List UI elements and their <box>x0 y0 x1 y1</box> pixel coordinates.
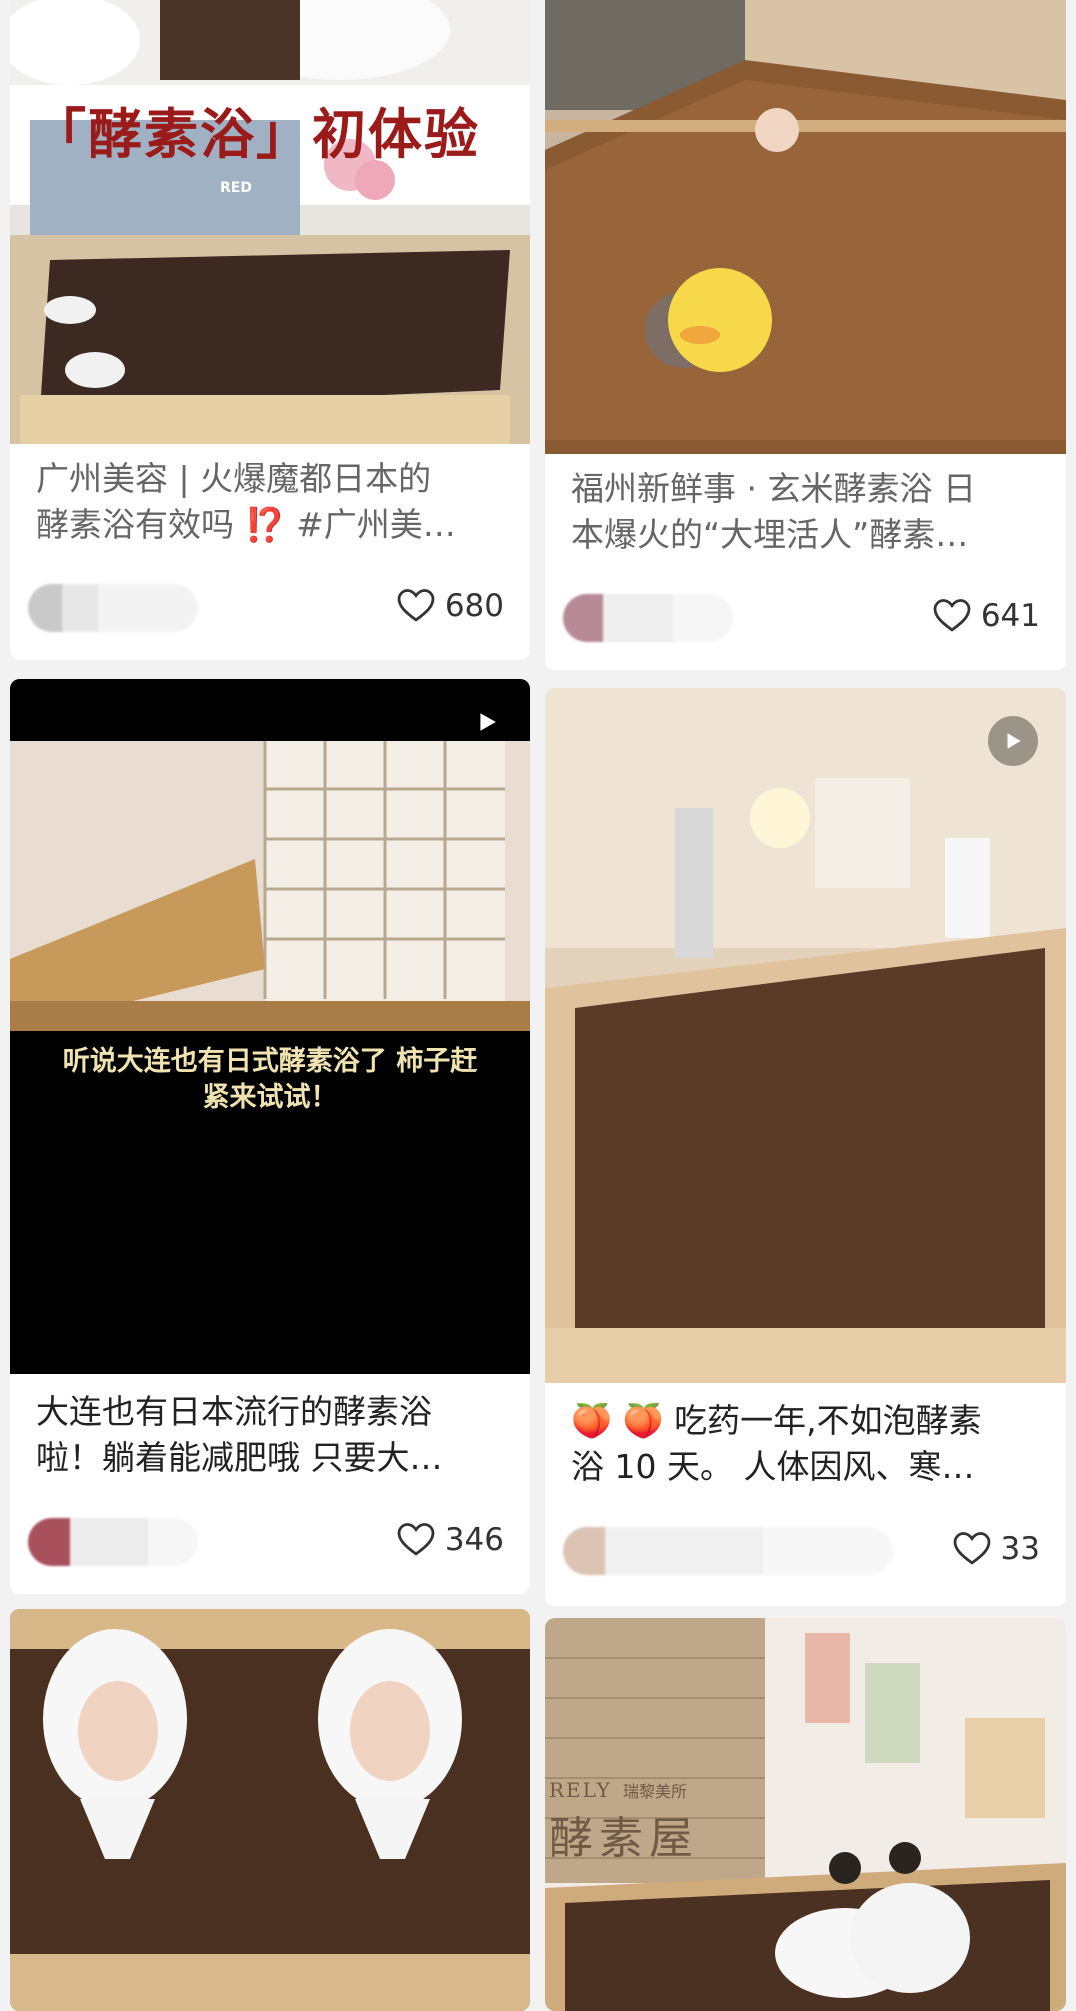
heart-icon <box>933 599 971 632</box>
like-button[interactable]: 680 <box>397 584 504 628</box>
like-count: 33 <box>1000 1531 1040 1567</box>
cover-image: 「酵素浴」初体验 RED <box>10 0 530 444</box>
cover-image <box>545 0 1066 454</box>
enzyme-bath-photo <box>10 0 530 444</box>
video-play-button[interactable] <box>462 697 512 747</box>
like-button[interactable]: 641 <box>933 594 1040 638</box>
author-avatar-blurred[interactable] <box>28 1518 198 1566</box>
note-title[interactable]: 大连也有日本流行的酵素浴 啦！躺着能减肥哦 只要大… <box>36 1389 508 1481</box>
note-title[interactable]: 福州新鲜事 · 玄米酵素浴 日 本爆火的“大埋活人”酵素… <box>571 466 1044 558</box>
note-title[interactable]: 广州美容 | 火爆魔都日本的 酵素浴有效吗 ⁉️ #广州美… <box>36 456 508 548</box>
card-footer: 346 <box>10 1512 530 1568</box>
author-avatar-blurred[interactable] <box>563 594 733 642</box>
like-count: 641 <box>980 598 1040 634</box>
card-footer: 680 <box>10 578 530 634</box>
author-avatar-blurred[interactable] <box>28 584 198 632</box>
play-icon <box>1007 733 1021 749</box>
like-button[interactable]: 346 <box>397 1518 504 1562</box>
note-card-4[interactable]: 🍑 🍑 吃药一年,不如泡酵素 浴 10 天。 人体因风、寒… 33 <box>545 688 1066 1606</box>
watermark-label: RED <box>220 180 252 196</box>
note-card-6[interactable]: RELY 瑞黎美所 酵素屋 <box>545 1618 1066 2011</box>
heart-icon <box>397 1523 435 1556</box>
enzyme-bath-photo <box>545 0 1066 454</box>
note-card-1[interactable]: 「酵素浴」初体验 RED 广州美容 | 火爆魔都日本的 酵素浴有效吗 ⁉️ #广… <box>10 0 530 660</box>
shop-sign: RELY 瑞黎美所 酵素屋 <box>549 1778 699 1864</box>
like-count: 346 <box>444 1522 504 1558</box>
like-count: 680 <box>444 588 504 624</box>
note-card-3[interactable]: 听说大连也有日式酵素浴了 柿子赶 紧来试试！ 大连也有日本流行的酵素浴 啦！躺着… <box>10 679 530 1594</box>
note-card-5[interactable] <box>10 1609 530 2011</box>
cover-image <box>545 688 1066 1383</box>
note-card-2[interactable]: 福州新鲜事 · 玄米酵素浴 日 本爆火的“大埋活人”酵素… 641 <box>545 0 1066 670</box>
like-button[interactable]: 33 <box>953 1527 1040 1571</box>
card-footer: 641 <box>545 588 1066 644</box>
heart-icon <box>397 589 435 622</box>
play-icon <box>480 713 496 731</box>
video-subtitle: 听说大连也有日式酵素浴了 柿子赶 紧来试试！ <box>62 1046 478 1113</box>
video-cover-photo <box>10 679 530 1374</box>
heart-icon <box>953 1532 990 1565</box>
card-footer: 33 <box>545 1521 1066 1577</box>
cover-image <box>10 1609 530 2011</box>
cover-image: 听说大连也有日式酵素浴了 柿子赶 紧来试试！ <box>10 679 530 1374</box>
note-title[interactable]: 🍑 🍑 吃药一年,不如泡酵素 浴 10 天。 人体因风、寒… <box>571 1398 1044 1490</box>
cover-overlay-title: 「酵素浴」初体验 <box>32 102 480 166</box>
cover-image: RELY 瑞黎美所 酵素屋 <box>545 1618 1066 2011</box>
video-cover-photo <box>545 688 1066 1383</box>
enzyme-bath-photo <box>10 1609 530 2011</box>
author-avatar-blurred[interactable] <box>563 1527 893 1575</box>
video-play-button[interactable] <box>988 716 1038 766</box>
